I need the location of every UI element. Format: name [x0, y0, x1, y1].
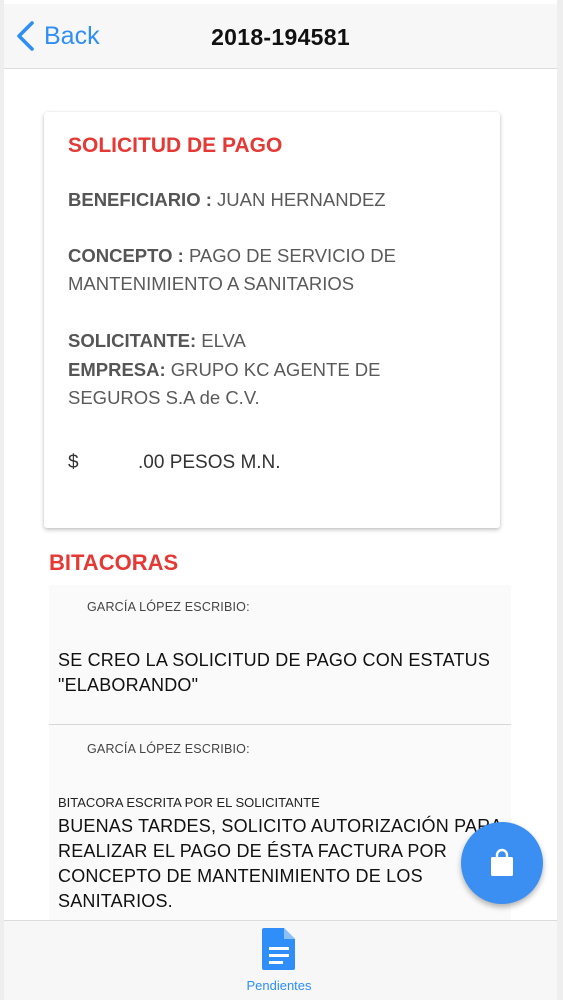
solicitante-field: SOLICITANTE: ELVA [68, 327, 428, 355]
payment-request-card: SOLICITUD DE PAGO BENEFICIARIO : JUAN HE… [44, 112, 500, 528]
nav-header: Back 2018-194581 [4, 4, 557, 69]
amount-row: $ .00 PESOS M.N. [68, 452, 281, 474]
beneficiario-field: BENEFICIARIO : JUAN HERNANDEZ [68, 186, 428, 214]
solicitante-value: ELVA [201, 330, 246, 351]
bitacoras-title: BITACORAS [49, 550, 179, 575]
log-entry: GARCÍA LÓPEZ ESCRIBIO: SE CREO LA SOLICI… [49, 585, 511, 725]
log-text: SE CREO LA SOLICITUD DE PAGO CON ESTATUS… [58, 650, 491, 695]
beneficiario-value: JUAN HERNANDEZ [217, 189, 386, 210]
log-author: GARCÍA LÓPEZ ESCRIBIO: [87, 742, 250, 756]
amount-value: .00 PESOS M.N. [138, 452, 281, 473]
currency-symbol: $ [68, 452, 79, 473]
log-text: BUENAS TARDES, SOLICITO AUTORIZACIÓN PAR… [58, 816, 502, 911]
page-title: 2018-194581 [211, 24, 350, 50]
concepto-label: CONCEPTO : [68, 245, 184, 266]
document-icon [262, 928, 295, 970]
beneficiario-label: BENEFICIARIO : [68, 189, 212, 210]
empresa-field: EMPRESA: GRUPO KC AGENTE DE SEGUROS S.A … [68, 356, 428, 412]
bottom-nav: Pendientes [4, 920, 557, 1000]
tab-pendientes[interactable]: Pendientes [234, 925, 324, 995]
shopping-bag-icon [491, 848, 513, 876]
log-author: GARCÍA LÓPEZ ESCRIBIO: [87, 600, 250, 614]
log-subtitle: BITACORA ESCRITA POR EL SOLICITANTE [58, 795, 320, 810]
log-entry: GARCÍA LÓPEZ ESCRIBIO: BITACORA ESCRITA … [49, 725, 511, 920]
empresa-label: EMPRESA: [68, 359, 166, 380]
app-screen: Back 2018-194581 SOLICITUD DE PAGO BENEF… [0, 0, 563, 1000]
solicitante-label: SOLICITANTE: [68, 330, 197, 351]
left-edge [0, 0, 4, 1000]
concepto-field: CONCEPTO : PAGO DE SERVICIO DE MANTENIMI… [68, 242, 428, 298]
action-fab-button[interactable] [461, 822, 543, 904]
right-edge [557, 0, 563, 1000]
tab-label: Pendientes [246, 978, 312, 993]
card-title: SOLICITUD DE PAGO [68, 134, 283, 157]
